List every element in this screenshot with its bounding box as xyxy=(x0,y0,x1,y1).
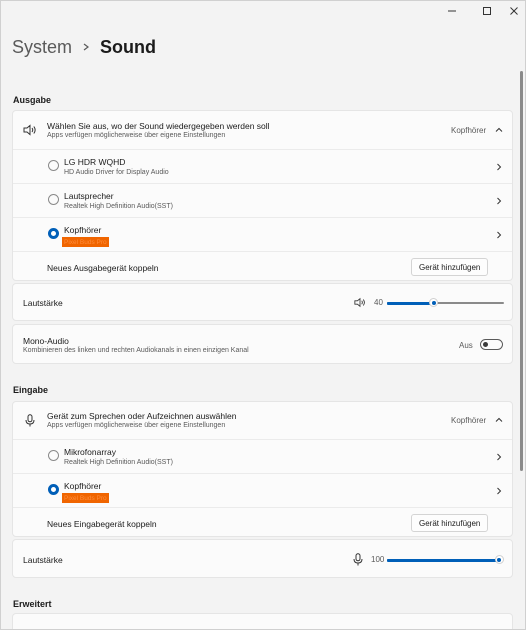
section-title-advanced: Erweitert xyxy=(13,599,52,609)
pair-input-row: Neues Eingabegerät koppeln Gerät hinzufü… xyxy=(13,507,512,538)
breadcrumb-system[interactable]: System xyxy=(12,37,72,58)
speaker-icon[interactable] xyxy=(354,297,366,308)
device-name: Kopfhörer xyxy=(64,481,102,491)
chevron-right-icon[interactable] xyxy=(495,231,503,239)
device-detail-highlighted: Pixel Buds Pro xyxy=(62,493,109,503)
add-output-device-button[interactable]: Gerät hinzufügen xyxy=(411,258,489,276)
maximize-icon[interactable] xyxy=(479,4,495,18)
add-input-device-button[interactable]: Gerät hinzufügen xyxy=(411,514,489,532)
output-header-subtitle: Apps verfügen möglicherweise über eigene… xyxy=(47,132,226,139)
pair-output-row: Neues Ausgabegerät koppeln Gerät hinzufü… xyxy=(13,251,512,282)
output-volume-card: Lautstärke 40 xyxy=(12,283,513,321)
pair-input-label: Neues Eingabegerät koppeln xyxy=(47,519,157,529)
device-detail: Realtek High Definition Audio(SST) xyxy=(64,459,173,466)
chevron-right-icon[interactable] xyxy=(495,197,503,205)
device-detail: HD Audio Driver for Display Audio xyxy=(64,169,169,176)
microphone-icon xyxy=(25,414,35,427)
chevron-up-icon[interactable] xyxy=(495,416,503,424)
title-bar xyxy=(1,1,525,21)
input-device-row[interactable]: Mikrofonarray Realtek High Definition Au… xyxy=(13,439,512,473)
mono-audio-toggle[interactable] xyxy=(480,339,503,350)
device-name: Mikrofonarray xyxy=(64,447,116,457)
input-selected-device: Kopfhörer xyxy=(451,416,487,425)
output-device-row[interactable]: LG HDR WQHD HD Audio Driver for Display … xyxy=(13,149,512,183)
device-name: LG HDR WQHD xyxy=(64,157,126,167)
output-device-card: Wählen Sie aus, wo der Sound wiedergegeb… xyxy=(12,110,513,281)
microphone-icon[interactable] xyxy=(353,553,363,566)
input-volume-value: 100 xyxy=(371,555,385,564)
mono-audio-state: Aus xyxy=(459,341,473,350)
advanced-card xyxy=(12,613,513,629)
device-detail-highlighted: Pixel Buds Pro xyxy=(62,237,109,247)
radio-button-selected[interactable] xyxy=(48,228,59,239)
device-name: Lautsprecher xyxy=(64,191,114,201)
section-title-output: Ausgabe xyxy=(13,95,52,105)
chevron-right-icon[interactable] xyxy=(495,453,503,461)
output-volume-slider-fill xyxy=(387,301,434,305)
radio-button[interactable] xyxy=(48,160,59,171)
input-volume-label: Lautstärke xyxy=(23,555,63,565)
output-header-title: Wählen Sie aus, wo der Sound wiedergegeb… xyxy=(47,121,270,131)
output-volume-value: 40 xyxy=(374,298,383,307)
chevron-right-icon[interactable] xyxy=(495,487,503,495)
section-title-input: Eingabe xyxy=(13,385,49,395)
mono-audio-card: Mono-Audio Kombinieren des linken und re… xyxy=(12,324,513,364)
input-volume-slider-thumb[interactable] xyxy=(494,555,504,564)
output-volume-label: Lautstärke xyxy=(23,298,63,308)
pair-output-label: Neues Ausgabegerät koppeln xyxy=(47,263,159,273)
chevron-up-icon[interactable] xyxy=(495,126,503,134)
radio-button[interactable] xyxy=(48,194,59,205)
radio-button[interactable] xyxy=(48,450,59,461)
input-volume-card: Lautstärke 100 xyxy=(12,539,513,578)
scrollbar[interactable] xyxy=(520,71,523,471)
input-header-row[interactable]: Gerät zum Sprechen oder Aufzeichnen ausw… xyxy=(13,402,512,439)
page-title: Sound xyxy=(100,36,157,57)
minimize-icon[interactable] xyxy=(444,4,460,18)
input-header-subtitle: Apps verfügen möglicherweise über eigene… xyxy=(47,422,226,429)
device-detail: Realtek High Definition Audio(SST) xyxy=(64,203,173,210)
output-volume-slider-thumb[interactable] xyxy=(429,298,439,307)
speaker-icon xyxy=(23,124,37,136)
settings-window: System Sound Ausgabe Wählen Sie aus, wo … xyxy=(0,0,526,630)
close-icon[interactable] xyxy=(506,4,522,18)
input-device-row[interactable]: Kopfhörer Pixel Buds Pro xyxy=(13,473,512,507)
input-device-card: Gerät zum Sprechen oder Aufzeichnen ausw… xyxy=(12,401,513,537)
output-device-row[interactable]: Lautsprecher Realtek High Definition Aud… xyxy=(13,183,512,217)
breadcrumb: System Sound xyxy=(12,35,156,59)
radio-button-selected[interactable] xyxy=(48,484,59,495)
mono-audio-title: Mono-Audio xyxy=(23,336,69,346)
chevron-right-icon[interactable] xyxy=(495,163,503,171)
mono-audio-subtitle: Kombinieren des linken und rechten Audio… xyxy=(23,347,249,354)
output-selected-device: Kopfhörer xyxy=(451,126,487,135)
chevron-right-icon xyxy=(82,42,90,52)
input-header-title: Gerät zum Sprechen oder Aufzeichnen ausw… xyxy=(47,411,237,421)
output-device-row[interactable]: Kopfhörer Pixel Buds Pro xyxy=(13,217,512,251)
device-name: Kopfhörer xyxy=(64,225,102,235)
input-volume-slider-fill xyxy=(387,558,499,562)
output-header-row[interactable]: Wählen Sie aus, wo der Sound wiedergegeb… xyxy=(13,111,512,149)
